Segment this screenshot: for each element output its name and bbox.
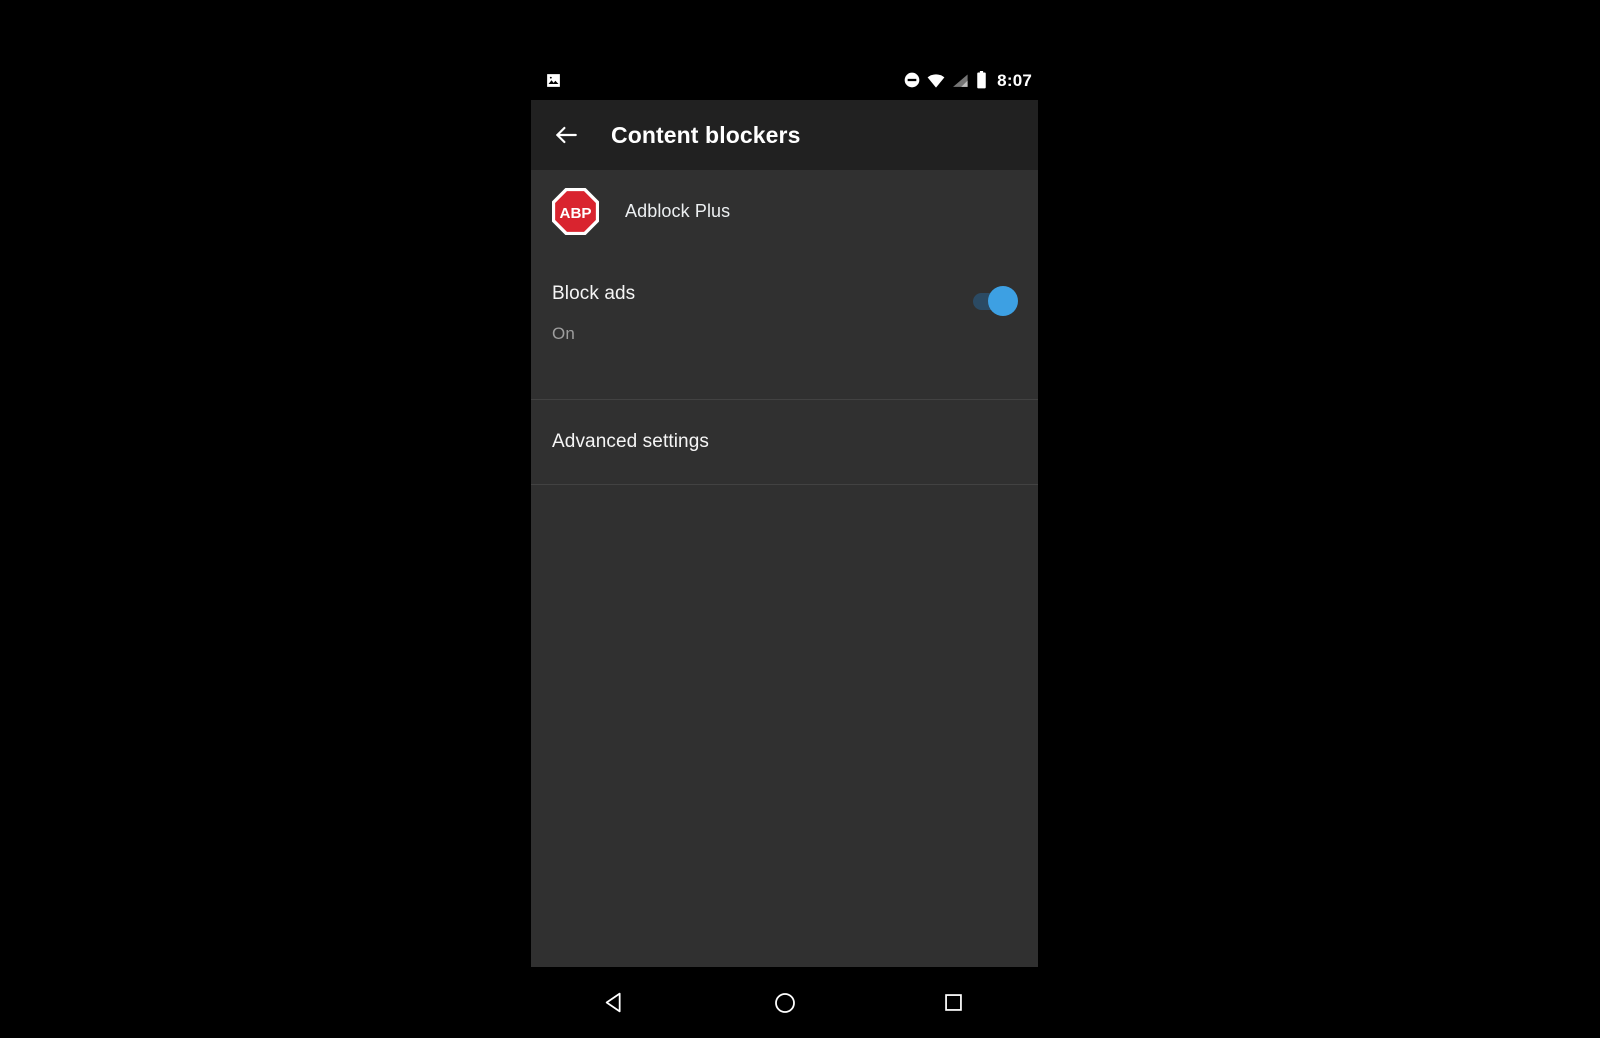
status-bar-notifications xyxy=(545,60,562,100)
home-circle-icon[interactable] xyxy=(754,972,816,1034)
status-bar: 8:07 xyxy=(531,60,1038,100)
do-not-disturb-icon xyxy=(904,72,920,88)
photo-icon xyxy=(545,72,562,89)
advanced-settings-label: Advanced settings xyxy=(552,431,709,452)
back-triangle-icon[interactable] xyxy=(585,972,647,1034)
android-navigation-bar xyxy=(531,967,1038,1038)
block-ads-status: On xyxy=(552,324,575,343)
phone-screen: 8:07 Content blockers ABP Adblock Plus B… xyxy=(531,60,1038,1038)
wifi-icon xyxy=(927,73,945,88)
svg-text:ABP: ABP xyxy=(560,204,592,221)
status-bar-clock: 8:07 xyxy=(997,70,1032,90)
adblock-plus-logo-icon: ABP xyxy=(552,187,599,235)
block-ads-title: Block ads xyxy=(552,283,636,304)
content-blocker-name: Adblock Plus xyxy=(625,200,731,221)
content-area: ABP Adblock Plus Block ads On Advanced s… xyxy=(531,170,1038,967)
battery-icon xyxy=(976,71,987,89)
block-ads-row[interactable]: Block ads On xyxy=(531,252,1038,398)
back-arrow-icon[interactable] xyxy=(542,111,590,159)
divider-below-advanced xyxy=(531,484,1038,485)
app-bar: Content blockers xyxy=(531,100,1038,170)
status-bar-system-icons: 8:07 xyxy=(904,60,1032,100)
content-blocker-header: ABP Adblock Plus xyxy=(531,170,1038,252)
recents-square-icon[interactable] xyxy=(923,972,985,1034)
page-title: Content blockers xyxy=(611,121,801,148)
cellular-signal-icon xyxy=(952,73,969,88)
advanced-settings-row[interactable]: Advanced settings xyxy=(531,400,1038,484)
toggle-thumb xyxy=(988,286,1018,316)
block-ads-toggle[interactable] xyxy=(963,286,1020,316)
